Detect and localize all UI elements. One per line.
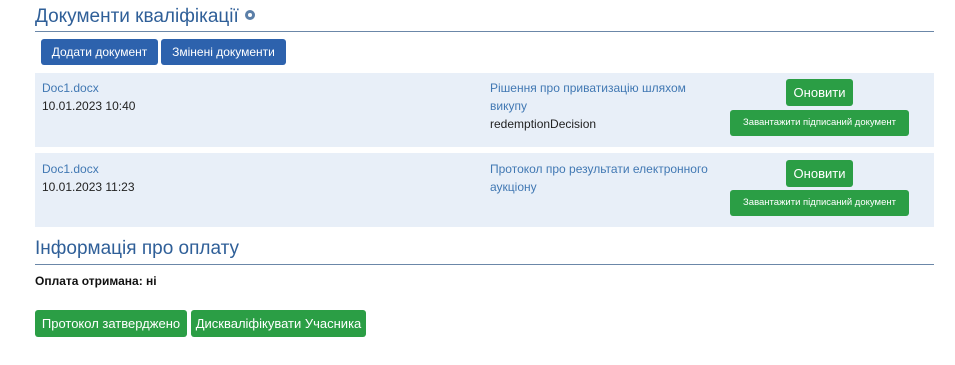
changed-documents-button[interactable]: Змінені документи — [161, 39, 286, 65]
payment-divider — [35, 264, 934, 265]
protocol-approved-button[interactable]: Протокол затверджено — [35, 310, 187, 337]
document-row: Doc1.docx 10.01.2023 11:23 Протокол про … — [35, 153, 934, 227]
qualification-section-title: Документи кваліфікації — [35, 7, 255, 26]
qualification-divider — [35, 31, 934, 32]
download-signed-document-button[interactable]: Завантажити підписаний документ — [730, 110, 909, 136]
update-document-button[interactable]: Оновити — [786, 160, 853, 187]
payment-section-title: Інформація про оплату — [35, 238, 240, 259]
payment-received-status: Оплата отримана: ні — [35, 274, 157, 288]
document-date: 10.01.2023 10:40 — [42, 99, 136, 113]
document-file-link[interactable]: Doc1.docx — [42, 162, 99, 176]
document-date: 10.01.2023 11:23 — [42, 180, 135, 194]
download-signed-document-button[interactable]: Завантажити підписаний документ — [730, 190, 909, 216]
document-row: Doc1.docx 10.01.2023 10:40 Рішення про п… — [35, 73, 934, 147]
info-circle-icon[interactable] — [244, 10, 255, 20]
document-file-link[interactable]: Doc1.docx — [42, 81, 99, 95]
document-type-label: Рішення про приватизацію шляхом викупу — [490, 81, 686, 113]
add-document-button[interactable]: Додати документ — [41, 39, 158, 65]
update-document-button[interactable]: Оновити — [786, 79, 853, 106]
document-type-label: Протокол про результати електронного аук… — [490, 162, 708, 194]
document-type-code: redemptionDecision — [490, 117, 597, 131]
qualification-title-text: Документи кваліфікації — [35, 6, 239, 27]
disqualify-participant-button[interactable]: Дискваліфікувати Учасника — [191, 310, 366, 337]
